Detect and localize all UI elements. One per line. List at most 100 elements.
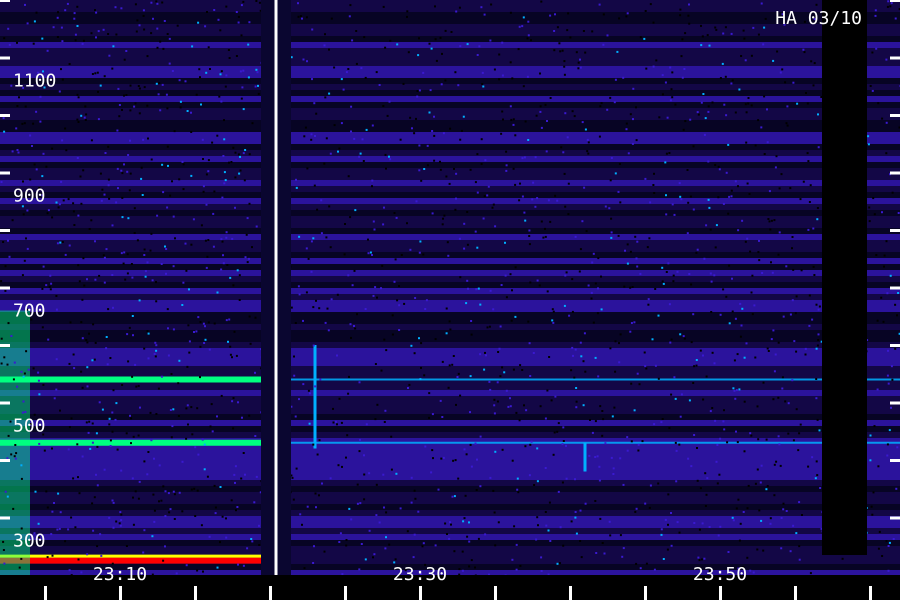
noise-pixel [365,423,368,426]
noise-pixel [536,279,539,282]
noise-pixel [147,357,150,360]
noise-pixel [51,216,54,219]
noise-pixel [209,425,212,428]
noise-pixel [580,556,583,559]
noise-pixel [142,551,145,554]
y-tick-right [890,229,900,232]
noise-pixel [761,272,764,274]
noise-pixel [772,398,775,401]
noise-pixel [886,292,889,295]
noise-pixel [517,48,520,51]
noise-pixel [465,302,468,305]
noise-pixel [540,220,543,223]
noise-pixel [105,347,108,350]
noise-pixel [737,229,740,232]
noise-pixel [98,401,101,404]
noise-pixel [105,248,108,251]
noise-pixel [770,261,772,264]
noise-pixel [178,359,181,362]
noise-pixel [80,114,83,117]
noise-pixel [345,544,348,547]
spectrogram-band [0,138,900,144]
noise-pixel [126,170,129,173]
noise-pixel [469,168,472,171]
noise-pixel [153,509,156,512]
noise-pixel [4,289,7,292]
noise-pixel [592,321,595,324]
noise-pixel [625,128,628,131]
noise-pixel [765,438,768,441]
noise-pixel [446,533,448,535]
noise-pixel [338,147,341,150]
noise-pixel [693,365,696,368]
noise-pixel [524,445,527,448]
noise-pixel [624,249,626,252]
noise-pixel [82,169,85,172]
station-label: HA 03/10 [775,8,862,29]
noise-pixel [773,494,776,497]
noise-pixel [533,484,536,486]
noise-pixel [449,521,451,524]
noise-pixel [0,337,3,340]
noise-pixel [652,65,655,68]
noise-pixel [841,557,844,560]
noise-pixel [20,557,23,560]
noise-pixel [47,338,50,341]
noise-pixel [121,196,124,199]
noise-pixel [731,79,734,82]
noise-pixel [417,54,420,57]
noise-pixel [367,252,370,255]
noise-pixel [885,152,888,155]
noise-pixel [371,179,374,182]
noise-pixel [815,303,818,306]
noise-pixel [211,141,214,144]
noise-pixel [373,228,376,231]
noise-pixel [446,241,449,244]
noise-pixel [374,286,377,289]
noise-pixel [706,477,709,480]
noise-pixel [133,207,136,210]
noise-pixel [649,201,652,204]
noise-pixel [358,568,361,571]
noise-pixel [46,212,49,215]
noise-pixel [490,3,493,6]
noise-pixel [49,288,52,291]
noise-pixel [613,101,616,104]
noise-pixel [511,77,514,80]
noise-pixel [561,49,564,52]
noise-pixel [111,499,114,502]
noise-pixel [816,207,819,209]
noise-pixel [15,127,18,130]
y-tick-left [0,229,10,232]
noise-pixel [493,404,496,407]
noise-pixel [409,248,412,251]
noise-pixel [630,382,633,385]
noise-pixel [133,232,136,234]
noise-pixel [727,551,730,553]
noise-pixel [22,213,25,216]
noise-pixel [248,153,251,156]
noise-pixel [385,167,387,170]
noise-pixel [107,145,110,148]
spectrogram-band [0,192,900,198]
noise-pixel [29,178,32,181]
noise-pixel [570,520,573,523]
noise-pixel [527,139,530,141]
noise-pixel [451,363,454,366]
noise-pixel [687,457,690,460]
noise-pixel [785,122,788,125]
noise-pixel [527,20,530,23]
noise-pixel [64,127,67,130]
noise-pixel [534,156,537,159]
noise-pixel [21,122,24,125]
noise-pixel [782,508,785,511]
noise-pixel [714,164,717,166]
noise-pixel [557,422,560,425]
noise-pixel [807,228,810,231]
noise-pixel [484,159,487,162]
noise-pixel [207,239,210,241]
noise-pixel [514,266,517,269]
noise-pixel [232,284,235,287]
noise-pixel [515,543,518,546]
noise-pixel [540,570,543,572]
